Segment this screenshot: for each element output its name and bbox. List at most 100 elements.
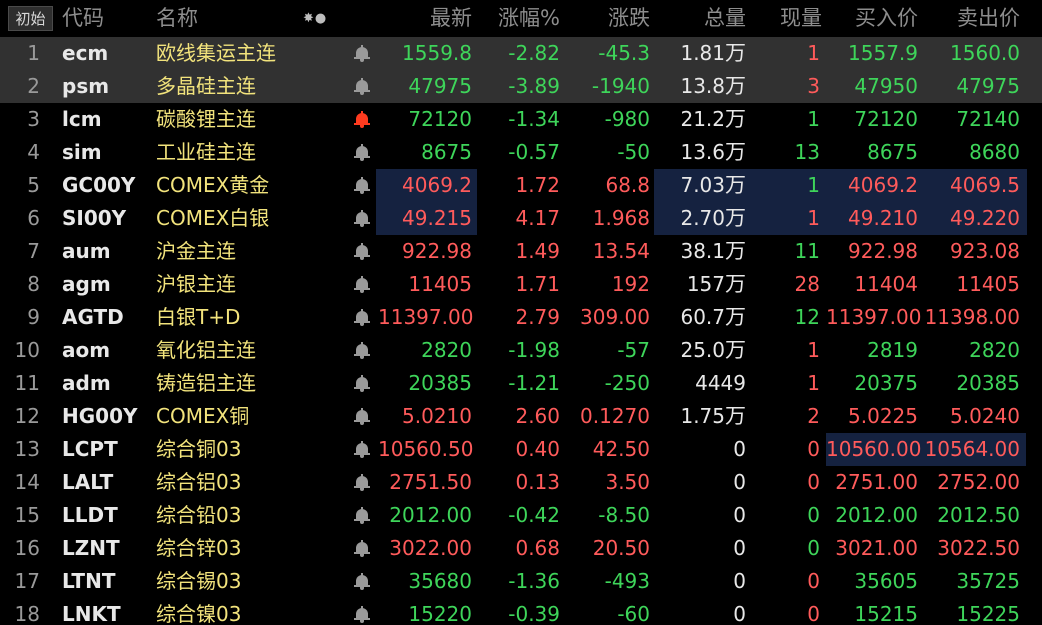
col-header-pct[interactable]: 涨幅% <box>478 0 560 37</box>
bell-icon[interactable] <box>354 507 370 525</box>
bell-icon[interactable] <box>354 276 370 294</box>
row-volume: 13.6万 <box>650 136 746 169</box>
row-change: -45.3 <box>598 41 650 65</box>
bell-icon[interactable] <box>354 243 370 261</box>
bell-icon[interactable] <box>354 177 370 195</box>
table-row[interactable]: 4 sim 工业硅主连 8675 -0.57 -50 13.6万 13 8675 8680 <box>0 136 1042 169</box>
col-header-cur[interactable]: 现量 <box>750 0 822 37</box>
row-bid-price: 49.210 <box>848 206 918 230</box>
bell-icon[interactable] <box>354 78 370 96</box>
bell-icon[interactable] <box>354 210 370 228</box>
row-name: 欧线集运主连 <box>156 41 276 65</box>
row-bid-price: 47950 <box>854 74 918 98</box>
bell-icon[interactable] <box>354 309 370 327</box>
bell-icon[interactable] <box>354 45 370 63</box>
row-current-volume: 1 <box>807 173 820 197</box>
row-volume-number: 60.7 <box>680 305 725 329</box>
row-current-volume: 0 <box>807 602 820 625</box>
row-change-pct: -1.36 <box>508 569 560 593</box>
row-change-pct: -0.42 <box>508 503 560 527</box>
row-name: 沪银主连 <box>156 272 236 296</box>
row-index: 10 <box>14 338 40 362</box>
table-row[interactable]: 2 psm 多晶硅主连 47975 -3.89 -1940 13.8万 3 47950 47975 <box>0 70 1042 103</box>
init-button[interactable]: 初始 <box>8 6 53 31</box>
row-code: LTNT <box>62 569 116 593</box>
row-volume-number: 0 <box>733 536 746 560</box>
row-name: 铸造铝主连 <box>156 371 256 395</box>
table-row[interactable]: 17 LTNT 综合锡03 35680 -1.36 -493 0 0 35605 35725 <box>0 565 1042 598</box>
row-bid-price: 5.0225 <box>848 404 918 428</box>
row-last-price: 8675 <box>421 140 472 164</box>
col-header-bid[interactable]: 买入价 <box>826 0 918 37</box>
row-index: 7 <box>27 239 40 263</box>
bell-icon[interactable] <box>354 144 370 162</box>
row-volume: 2.70万 <box>650 202 746 235</box>
col-header-code[interactable]: 代码 <box>62 0 142 37</box>
row-change-pct: -1.34 <box>508 107 560 131</box>
row-index: 15 <box>14 503 40 527</box>
row-volume-unit: 万 <box>725 74 746 98</box>
bell-icon[interactable] <box>354 342 370 360</box>
row-bid-price: 20375 <box>854 371 918 395</box>
table-row[interactable]: 10 aom 氧化铝主连 2820 -1.98 -57 25.0万 1 2819 2820 <box>0 334 1042 367</box>
table-row[interactable]: 15 LLDT 综合铅03 2012.00 -0.42 -8.50 0 0 2012.00 201… <box>0 499 1042 532</box>
row-change-pct: 4.17 <box>515 206 560 230</box>
row-volume: 0 <box>650 499 746 532</box>
table-row[interactable]: 1 ecm 欧线集运主连 1559.8 -2.82 -45.3 1.81万 1 1557.9 15… <box>0 37 1042 70</box>
table-row[interactable]: 9 AGTD 白银T+D 11397.00 2.79 309.00 60.7万 12 11397… <box>0 301 1042 334</box>
col-header-name[interactable]: 名称 <box>156 0 246 37</box>
row-current-volume: 12 <box>794 305 820 329</box>
alert-bell-icon[interactable] <box>354 111 370 129</box>
row-bid-price: 2751.00 <box>835 470 918 494</box>
bell-icon[interactable] <box>354 606 370 624</box>
col-header-ask[interactable]: 卖出价 <box>922 0 1020 37</box>
table-row[interactable]: 14 LALT 综合铝03 2751.50 0.13 3.50 0 0 2751.00 2752.… <box>0 466 1042 499</box>
table-row[interactable]: 12 HG00Y COMEX铜 5.0210 2.60 0.1270 1.75万 2 5.022… <box>0 400 1042 433</box>
row-volume-unit: 万 <box>725 173 746 197</box>
row-index: 6 <box>27 206 40 230</box>
bell-icon[interactable] <box>354 540 370 558</box>
row-last-price: 4069.2 <box>402 173 472 197</box>
table-row[interactable]: 6 SI00Y COMEX白银 49.215 4.17 1.968 2.70万 1 49.210… <box>0 202 1042 235</box>
row-bid-price: 35605 <box>854 569 918 593</box>
row-volume: 0 <box>650 433 746 466</box>
table-row[interactable]: 8 agm 沪银主连 11405 1.71 192 157万 28 11404 11405 <box>0 268 1042 301</box>
bell-icon-clap <box>360 554 364 557</box>
row-ask-price: 8680 <box>969 140 1020 164</box>
row-volume: 38.1万 <box>650 235 746 268</box>
col-header-vol[interactable]: 总量 <box>656 0 746 37</box>
table-row[interactable]: 3 lcm 碳酸锂主连 72120 -1.34 -980 21.2万 1 72120 72140 <box>0 103 1042 136</box>
table-row[interactable]: 18 LNKT 综合镍03 15220 -0.39 -60 0 0 15215 15225 <box>0 598 1042 625</box>
row-index: 16 <box>14 536 40 560</box>
row-change: -60 <box>617 602 650 625</box>
row-ask-price: 923.08 <box>950 239 1020 263</box>
row-volume-number: 0 <box>733 569 746 593</box>
row-ask-price: 2752.00 <box>937 470 1020 494</box>
bell-icon-clap <box>360 488 364 491</box>
table-row[interactable]: 13 LCPT 综合铜03 10560.50 0.40 42.50 0 0 10560.00 10… <box>0 433 1042 466</box>
table-row[interactable]: 11 adm 铸造铝主连 20385 -1.21 -250 4449 1 20375 20385 <box>0 367 1042 400</box>
column-settings-icon[interactable]: ✸● <box>303 0 327 37</box>
row-volume-unit: 万 <box>725 107 746 131</box>
col-header-chg[interactable]: 涨跌 <box>560 0 650 37</box>
bell-icon[interactable] <box>354 375 370 393</box>
row-volume: 25.0万 <box>650 334 746 367</box>
row-index: 8 <box>27 272 40 296</box>
bell-icon[interactable] <box>354 408 370 426</box>
bell-icon-clap <box>360 224 364 227</box>
bell-icon[interactable] <box>354 474 370 492</box>
col-header-last[interactable]: 最新 <box>378 0 472 37</box>
row-index: 14 <box>14 470 40 494</box>
table-row[interactable]: 7 aum 沪金主连 922.98 1.49 13.54 38.1万 11 922.98 923.… <box>0 235 1042 268</box>
row-last-price: 11405 <box>408 272 472 296</box>
table-row[interactable]: 16 LZNT 综合锌03 3022.00 0.68 20.50 0 0 3021.00 3022… <box>0 532 1042 565</box>
bell-icon[interactable] <box>354 573 370 591</box>
row-volume-number: 25.0 <box>680 338 725 362</box>
row-volume: 7.03万 <box>650 169 746 202</box>
row-name: 白银T+D <box>156 305 241 329</box>
row-change: 13.54 <box>592 239 650 263</box>
table-row[interactable]: 5 GC00Y COMEX黄金 4069.2 1.72 68.8 7.03万 1 4069.2 4… <box>0 169 1042 202</box>
bell-icon[interactable] <box>354 441 370 459</box>
row-change-pct: 2.79 <box>515 305 560 329</box>
row-change-pct: 1.72 <box>515 173 560 197</box>
